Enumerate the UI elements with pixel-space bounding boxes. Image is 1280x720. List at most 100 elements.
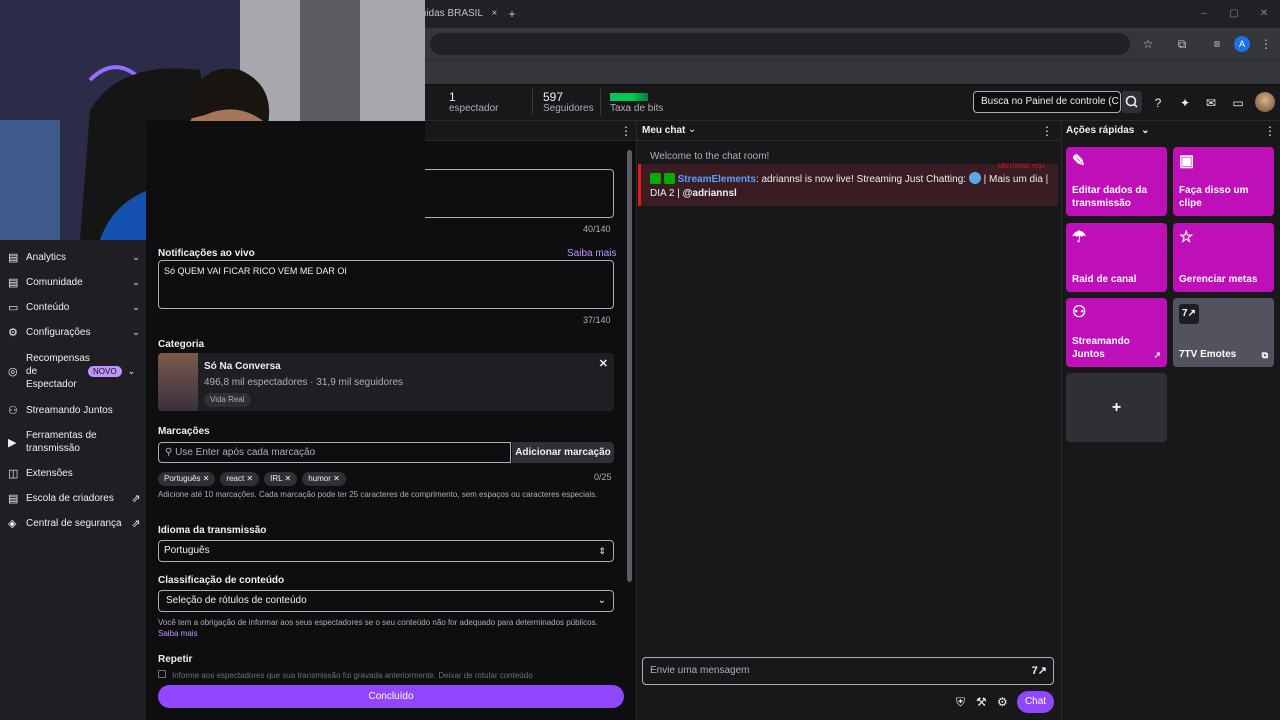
star-icon: ☆ [1179, 229, 1194, 246]
inbox-icon[interactable]: ✉ [1203, 95, 1219, 111]
stream-info-panel-header [425, 121, 636, 141]
learn-more-link[interactable]: Saiba mais [567, 248, 616, 259]
chevron-down-icon: ⌄ [132, 326, 140, 337]
chat-message-text: : adriannsl is now live! Streaming Just … [755, 174, 967, 185]
sidebar-item-label: Conteúdo [26, 301, 70, 313]
category-followers: 31,9 mil seguidores [316, 377, 404, 388]
divider [600, 89, 601, 115]
quick-action-label: Faça disso um clipe [1179, 185, 1249, 209]
help-icon[interactable]: ? [1150, 95, 1166, 111]
notification-value: Só QUEM VAI FICAR RICO VEM ME DAR OI [164, 266, 347, 276]
tools-icon[interactable]: ⚒ [976, 695, 987, 709]
add-tag-button[interactable]: Adicionar marcação [512, 442, 614, 463]
tag-chip[interactable]: Português ✕ [158, 472, 216, 486]
quick-actions-menu-icon[interactable]: ⋮ [1264, 124, 1276, 138]
classification-value: Seleção de rótulos de conteúdo [166, 595, 307, 606]
minimize-button[interactable]: – [1196, 6, 1212, 22]
quick-action-edit-stream[interactable]: ✎ Editar dados da transmissão [1066, 147, 1167, 216]
search-button[interactable] [1122, 91, 1142, 113]
language-select[interactable]: Português ⇕ [158, 540, 614, 562]
gear-icon[interactable]: ⚙ [997, 695, 1008, 709]
quick-action-streaming-together[interactable]: ⚇ Streamando Juntos ↗ [1066, 298, 1167, 367]
done-button[interactable]: Concluído [158, 685, 624, 708]
sidebar-item-label: Configurações [26, 326, 91, 338]
maximize-button[interactable]: ▢ [1226, 6, 1242, 22]
category-stats: 496,8 mil espectadores · 31,9 mil seguid… [204, 377, 404, 388]
chat-username[interactable]: StreamElements [678, 174, 756, 185]
sidebar-item-safety[interactable]: ◈ Central de segurança ⇗ [0, 512, 146, 534]
tag-chip-label: react [226, 474, 245, 483]
quick-action-goals[interactable]: ☆ Gerenciar metas [1173, 223, 1274, 292]
repeat-checkbox[interactable] [158, 670, 166, 678]
emote-icon [968, 172, 981, 184]
classification-select[interactable]: Seleção de rótulos de conteúdo ⌄ [158, 590, 614, 612]
chat-header-title[interactable]: Meu chat [642, 125, 685, 136]
new-badge: NOVO [88, 365, 122, 377]
sidebar-item-community[interactable]: ▤ Comunidade ⌄ [0, 271, 146, 293]
sidebar-item-tools[interactable]: ▶ Ferramentas de transmissão [0, 428, 146, 456]
sidebar-item-rewards[interactable]: ◎ Recompensas de Espectador NOVO ⌄ [0, 350, 146, 392]
title-input[interactable] [425, 169, 614, 218]
tag-chip-label: humor [308, 474, 331, 483]
add-quick-action-button[interactable]: + [1066, 373, 1167, 442]
shield-icon[interactable]: ⛨ [956, 695, 965, 710]
sidebar-item-settings[interactable]: ⚙ Configurações ⌄ [0, 321, 146, 343]
sidebar-item-creator-school[interactable]: ▤ Escola de criadores ⇗ [0, 487, 146, 509]
chevron-down-icon[interactable]: ⌄ [1141, 125, 1149, 136]
chat-send-button[interactable]: Chat [1017, 691, 1054, 713]
sidebar-item-label: Extensões [26, 467, 73, 479]
close-window-button[interactable]: ✕ [1256, 6, 1272, 22]
sidebar-item-content[interactable]: ▭ Conteúdo ⌄ [0, 296, 146, 318]
category-tag[interactable]: Vida Real [204, 393, 251, 407]
tab-close-icon[interactable]: × [491, 8, 497, 19]
content-icon: ▭ [8, 301, 19, 314]
quick-action-raid[interactable]: ☂ Raid de canal [1066, 223, 1167, 292]
chat-menu-icon[interactable]: ⋮ [1041, 124, 1053, 138]
tag-chip[interactable]: react ✕ [220, 472, 260, 486]
chevron-down-icon: ⌄ [127, 365, 136, 376]
community-icon: ▤ [8, 276, 19, 289]
language-label: Idioma da transmissão [158, 525, 267, 536]
tags-input[interactable]: ⚲ Use Enter após cada marcação [158, 442, 511, 463]
panel-menu-icon[interactable]: ⋮ [620, 124, 632, 138]
quick-action-clip[interactable]: ▣ Faça disso um clipe [1173, 147, 1274, 216]
panel-scrollbar[interactable] [627, 150, 632, 582]
omnibox[interactable] [430, 33, 1130, 55]
followers-count: 597 [543, 90, 564, 104]
7tv-icon[interactable]: 7↗ [1032, 658, 1047, 684]
tag-chip[interactable]: IRL ✕ [264, 472, 298, 486]
new-tab-button[interactable]: + [504, 6, 520, 22]
sidebar-item-analytics[interactable]: ▤ Analytics ⌄ [0, 246, 146, 268]
chat-mention[interactable]: @adriannsl [683, 188, 737, 199]
browser-tab[interactable]: midas BRASIL × [418, 5, 500, 27]
chat-input-placeholder: Envie uma mensagem [650, 665, 750, 676]
notification-input[interactable]: Só QUEM VAI FICAR RICO VEM ME DAR OI [158, 260, 614, 309]
star-icon[interactable]: ☆ [1140, 36, 1156, 52]
sidebar-item-streaming-together[interactable]: ⚇ Streamando Juntos [0, 399, 146, 421]
repeat-hint: Informe aos espectadores que sua transmi… [158, 670, 614, 680]
user-avatar[interactable] [1255, 92, 1275, 112]
quick-action-7tv[interactable]: 7↗ 7TV Emotes ⧉ [1173, 298, 1274, 367]
extensions-icon[interactable]: ⧉ [1174, 36, 1190, 52]
chevron-down-icon[interactable]: ⌄ [688, 124, 696, 135]
classification-learn-more-link[interactable]: Saiba mais [158, 629, 198, 638]
chat-header: Meu chat ⌄ ⋮ [636, 121, 1061, 141]
dashboard-search-input[interactable]: Busca no Painel de controle (C [973, 91, 1121, 113]
chat-input[interactable]: Envie uma mensagem 7↗ [642, 657, 1054, 685]
profile-avatar[interactable]: A [1234, 36, 1250, 52]
category-name[interactable]: Só Na Conversa [204, 361, 281, 372]
quick-action-label: 7TV Emotes [1179, 349, 1237, 360]
sidebar-item-label: Central de segurança [26, 517, 122, 529]
sidebar-item-extensions[interactable]: ◫ Extensões [0, 462, 146, 484]
menu-kebab-icon[interactable]: ⋮ [1258, 36, 1274, 52]
remove-category-icon[interactable]: ✕ [599, 357, 608, 370]
viewers-count: 1 [449, 90, 456, 104]
chat-message: StreamElements: adriannsl is now live! S… [650, 172, 1050, 201]
category-card[interactable]: Só Na Conversa 496,8 mil espectadores · … [158, 353, 614, 411]
sparkle-icon[interactable]: ✦ [1177, 95, 1193, 111]
tag-chip[interactable]: humor ✕ [302, 472, 346, 486]
whispers-icon[interactable]: ▭ [1230, 95, 1246, 111]
media-icon[interactable]: ≡ [1209, 36, 1225, 52]
classification-hint: Você tem a obrigação de informar aos seu… [158, 618, 598, 627]
viewers-stat: 1 espectador [449, 91, 498, 115]
